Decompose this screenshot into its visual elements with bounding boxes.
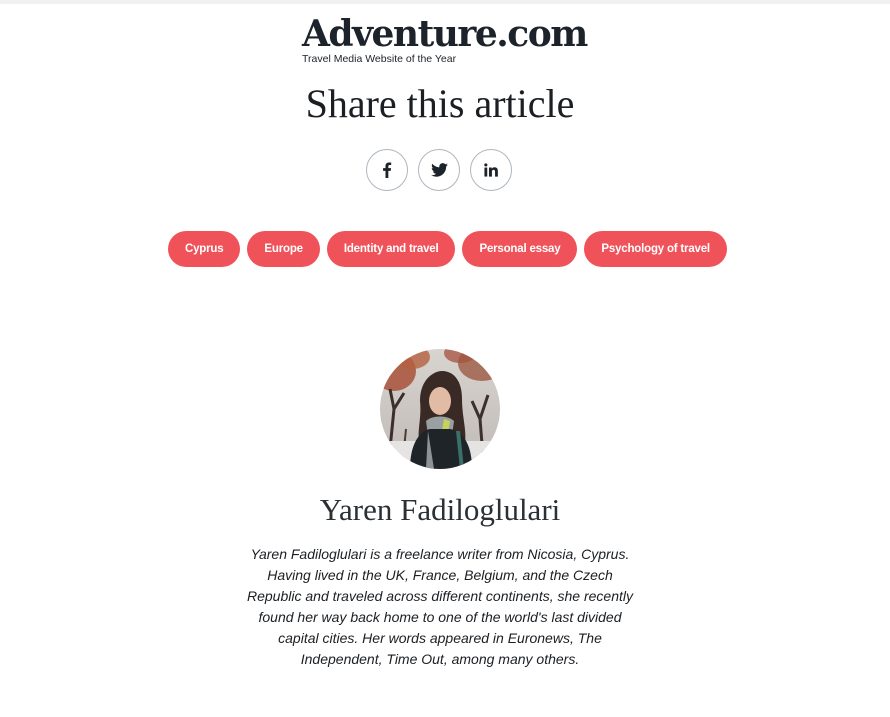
tag-psychology-of-travel[interactable]: Psychology of travel <box>584 231 727 267</box>
author-bio: Yaren Fadiloglulari is a freelance write… <box>247 546 633 667</box>
article-tags: Cyprus Europe Identity and travel Person… <box>168 231 727 267</box>
share-twitter-button[interactable] <box>418 149 460 191</box>
author-name[interactable]: Yaren Fadiloglulari <box>0 489 880 531</box>
linkedin-icon <box>484 163 498 177</box>
brand-name: Adventure.com <box>302 13 588 55</box>
tag-cyprus[interactable]: Cyprus <box>168 231 241 267</box>
twitter-icon <box>430 163 448 177</box>
share-facebook-button[interactable] <box>366 149 408 191</box>
author-avatar[interactable] <box>380 349 500 469</box>
tag-identity-and-travel[interactable]: Identity and travel <box>326 231 456 267</box>
site-logo[interactable]: Adventure.com Travel Media Website of th… <box>302 13 588 65</box>
tag-personal-essay[interactable]: Personal essay <box>462 231 578 267</box>
share-heading: Share this article <box>305 81 575 126</box>
top-divider <box>0 0 890 4</box>
share-linkedin-button[interactable] <box>470 149 512 191</box>
tag-europe[interactable]: Europe <box>247 231 320 267</box>
share-buttons <box>366 149 512 191</box>
facebook-icon <box>383 162 392 178</box>
